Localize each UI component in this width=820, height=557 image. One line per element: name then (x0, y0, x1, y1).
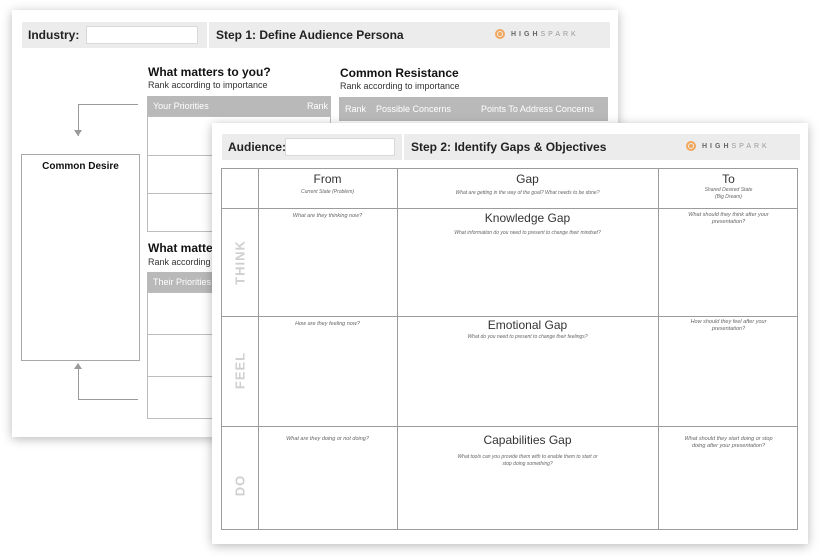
capabilities-gap-prompt-2: stop doing something? (502, 461, 553, 467)
their-priorities-header: Their Priorities (147, 272, 217, 292)
col-to-sub-1: Shared Desired State (704, 187, 753, 193)
row-label-feel: FEEL (232, 351, 248, 390)
logo-brand-b: SPARK (731, 142, 770, 150)
common-desire-title: Common Desire (42, 161, 119, 172)
gaps-worksheet: Audience: Step 2: Identify Gaps & Object… (212, 123, 808, 544)
header-divider (402, 134, 404, 160)
capabilities-gap-title: Capabilities Gap (483, 433, 572, 447)
industry-field[interactable] (86, 26, 198, 44)
step-title: Step 1: Define Audience Persona (216, 28, 404, 42)
what-matters-title: What matters to you? (148, 65, 271, 79)
common-desire-box[interactable]: Common Desire (21, 154, 140, 361)
common-resistance-title: Common Resistance (340, 66, 459, 80)
logo-brand-a: HIGH (702, 142, 732, 150)
knowledge-gap-title: Knowledge Gap (484, 211, 571, 225)
col-rank: Rank (307, 101, 329, 111)
their-priorities-table[interactable] (147, 292, 217, 419)
industry-label: Industry: (28, 28, 80, 42)
step-title: Step 2: Identify Gaps & Objectives (411, 140, 607, 154)
think-to-cell[interactable] (659, 209, 798, 316)
col-rank: Rank (345, 104, 367, 114)
col-gap-title: Gap (516, 172, 539, 186)
col-to-title: To (722, 172, 735, 186)
col-to-sub-2: (Big Dream) (715, 194, 742, 200)
arrow-up-icon (74, 363, 82, 369)
highspark-logo: HIGHSPARK (495, 29, 579, 39)
worksheet-header: Industry: Step 1: Define Audience Person… (22, 22, 610, 48)
logo-brand-a: HIGH (511, 30, 541, 38)
col-points-to-address: Points To Address Concerns (481, 104, 594, 114)
col-their-priorities: Their Priorities (153, 277, 212, 287)
gap-analysis-grid: From Current State (Problem) Gap What ar… (221, 168, 798, 530)
do-from-cell[interactable] (259, 427, 397, 530)
row-label-think: THINK (232, 240, 248, 285)
row-label-do: DO (232, 474, 248, 497)
capabilities-gap-prompt-1: What tools can you provide them with to … (457, 454, 598, 460)
header-divider (207, 22, 209, 48)
what-matters-them-subtitle: Rank according t (148, 257, 216, 267)
col-from-sub: Current State (Problem) (300, 189, 355, 195)
worksheet-header: Audience: Step 2: Identify Gaps & Object… (222, 134, 800, 160)
do-to-cell[interactable] (659, 427, 798, 530)
resistance-table-header: Rank Possible Concerns Points To Address… (339, 97, 608, 121)
audience-field[interactable] (285, 138, 395, 156)
what-matters-them-title: What matter (148, 241, 218, 255)
col-gap-sub: What are getting in the way of the goal?… (455, 190, 600, 196)
logo-brand-b: SPARK (540, 30, 579, 38)
emotional-gap-title: Emotional Gap (487, 318, 568, 332)
feel-from-cell[interactable] (259, 317, 397, 426)
priorities-table-header: Your Priorities Rank (147, 96, 331, 116)
highspark-logo: HIGHSPARK (686, 141, 770, 151)
knowledge-gap-prompt: What information do you need to present … (454, 230, 601, 236)
common-resistance-subtitle: Rank according to importance (340, 81, 460, 91)
emotional-gap-prompt: What do you need to present to change th… (467, 334, 588, 340)
what-matters-subtitle: Rank according to importance (148, 80, 268, 90)
col-possible-concerns: Possible Concerns (376, 104, 452, 114)
connector-bottom (78, 369, 79, 399)
arrow-down-icon (74, 130, 82, 136)
think-from-cell[interactable] (259, 209, 397, 316)
spark-icon (686, 141, 696, 151)
col-your-priorities: Your Priorities (153, 101, 209, 111)
spark-icon (495, 29, 505, 39)
col-from-title: From (313, 172, 342, 186)
feel-to-cell[interactable] (659, 317, 798, 426)
audience-label: Audience: (228, 140, 287, 154)
